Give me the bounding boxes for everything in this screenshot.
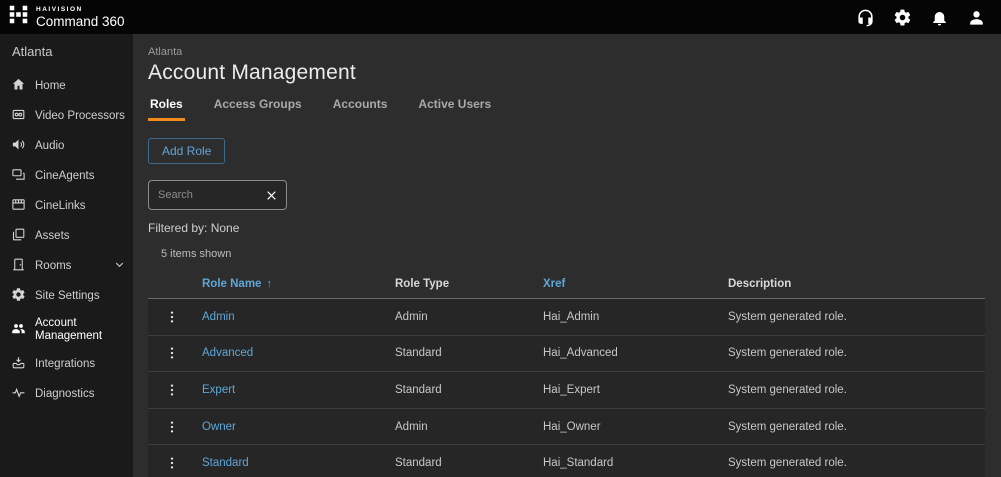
tab-active-users[interactable]: Active Users xyxy=(416,97,493,121)
sidebar-item-account-management[interactable]: Account Management xyxy=(0,311,133,349)
tab-bar: Roles Access Groups Accounts Active User… xyxy=(148,97,985,121)
xref-cell: Hai_Admin xyxy=(543,310,600,323)
brand-product: Command 360 xyxy=(36,13,125,29)
sidebar-item-diagnostics[interactable]: Diagnostics xyxy=(0,379,133,409)
xref-cell: Hai_Advanced xyxy=(543,347,618,360)
top-bar: HAIVISION Command 360 xyxy=(0,0,1001,34)
row-actions-kebab-icon[interactable] xyxy=(160,305,184,329)
main-content: Atlanta Account Management Roles Access … xyxy=(133,34,1001,477)
sidebar-item-site-settings[interactable]: Site Settings xyxy=(0,281,133,311)
sidebar-site-name: Atlanta xyxy=(12,44,53,59)
role-name-link[interactable]: Advanced xyxy=(202,347,253,359)
role-type-cell: Admin xyxy=(395,420,428,433)
gear-icon xyxy=(11,287,26,305)
sidebar-item-audio[interactable]: Audio xyxy=(0,131,133,161)
stack-icon xyxy=(11,227,26,245)
description-cell: System generated role. xyxy=(728,383,847,396)
chevron-down-icon xyxy=(114,259,125,273)
description-cell: System generated role. xyxy=(728,457,847,470)
brand-company: HAIVISION xyxy=(36,5,83,13)
door-icon xyxy=(11,257,26,275)
sidebar-item-integrations[interactable]: Integrations xyxy=(0,349,133,379)
speaker-icon xyxy=(11,137,26,155)
table-row: Expert Standard Hai_Expert System genera… xyxy=(148,372,985,409)
xref-cell: Hai_Owner xyxy=(543,420,601,433)
video-processor-icon xyxy=(11,107,26,125)
sidebar-nav: Home Video Processors Audio CineAgents C… xyxy=(0,71,133,409)
description-cell: System generated role. xyxy=(728,347,847,360)
people-icon xyxy=(11,321,26,339)
sidebar-item-cinelinks[interactable]: CineLinks xyxy=(0,191,133,221)
xref-cell: Hai_Expert xyxy=(543,383,600,396)
integration-icon xyxy=(11,355,26,373)
table-row: Owner Admin Hai_Owner System generated r… xyxy=(148,408,985,446)
haivision-logo-icon xyxy=(8,4,29,30)
role-type-cell: Standard xyxy=(395,347,442,360)
role-name-link[interactable]: Expert xyxy=(202,384,235,396)
sidebar-item-video-processors[interactable]: Video Processors xyxy=(0,101,133,131)
notifications-icon[interactable] xyxy=(928,6,950,28)
role-type-cell: Admin xyxy=(395,310,428,323)
row-actions-kebab-icon[interactable] xyxy=(160,378,184,402)
sidebar-item-rooms[interactable]: Rooms xyxy=(0,251,133,281)
role-name-link[interactable]: Admin xyxy=(202,311,235,323)
sidebar-item-assets[interactable]: Assets xyxy=(0,221,133,251)
column-header-role-type: Role Type xyxy=(395,278,450,290)
role-name-link[interactable]: Owner xyxy=(202,421,236,433)
home-icon xyxy=(11,77,26,95)
sidebar-item-home[interactable]: Home xyxy=(0,71,133,101)
tab-roles[interactable]: Roles xyxy=(148,97,185,121)
table-row: Advanced Standard Hai_Advanced System ge… xyxy=(148,335,985,373)
row-actions-kebab-icon[interactable] xyxy=(160,341,184,365)
search-box xyxy=(148,180,287,210)
clear-search-icon[interactable] xyxy=(263,189,286,202)
breadcrumb: Atlanta xyxy=(148,46,183,58)
tab-access-groups[interactable]: Access Groups xyxy=(212,97,304,121)
tab-accounts[interactable]: Accounts xyxy=(331,97,390,121)
table-row: Admin Admin Hai_Admin System generated r… xyxy=(148,299,985,336)
user-icon[interactable] xyxy=(965,6,987,28)
items-shown-label: 5 items shown xyxy=(161,248,232,260)
support-icon[interactable] xyxy=(854,6,876,28)
role-type-cell: Standard xyxy=(395,457,442,470)
xref-cell: Hai_Standard xyxy=(543,457,614,470)
table-header-row: Role Name ↑ Role Type Xref Description xyxy=(148,270,985,299)
row-actions-kebab-icon[interactable] xyxy=(160,415,184,439)
column-header-role-name[interactable]: Role Name ↑ xyxy=(202,278,395,290)
table-row: Standard Standard Hai_Standard System ge… xyxy=(148,445,985,477)
add-role-button[interactable]: Add Role xyxy=(148,138,226,164)
description-cell: System generated role. xyxy=(728,310,847,323)
brand-text: HAIVISION Command 360 xyxy=(36,6,125,29)
column-header-xref[interactable]: Xref xyxy=(543,278,728,290)
table-body: Admin Admin Hai_Admin System generated r… xyxy=(148,299,985,477)
topbar-actions xyxy=(854,6,987,28)
filtered-by-label: Filtered by: None xyxy=(148,221,240,235)
settings-icon[interactable] xyxy=(891,6,913,28)
dual-display-icon xyxy=(11,167,26,185)
page-title: Account Management xyxy=(148,61,356,84)
column-header-description: Description xyxy=(728,278,792,290)
sort-ascending-icon: ↑ xyxy=(266,278,272,290)
roles-table: Role Name ↑ Role Type Xref Description Ad… xyxy=(148,270,985,477)
role-name-link[interactable]: Standard xyxy=(202,457,249,469)
role-type-cell: Standard xyxy=(395,383,442,396)
row-actions-kebab-icon[interactable] xyxy=(160,451,184,475)
description-cell: System generated role. xyxy=(728,420,847,433)
app-brand: HAIVISION Command 360 xyxy=(8,4,125,30)
film-screen-icon xyxy=(11,197,26,215)
sidebar-item-cineagents[interactable]: CineAgents xyxy=(0,161,133,191)
sidebar: Atlanta Home Video Processors Audio Cine… xyxy=(0,34,133,477)
pulse-icon xyxy=(11,385,26,403)
search-input[interactable] xyxy=(149,189,263,201)
